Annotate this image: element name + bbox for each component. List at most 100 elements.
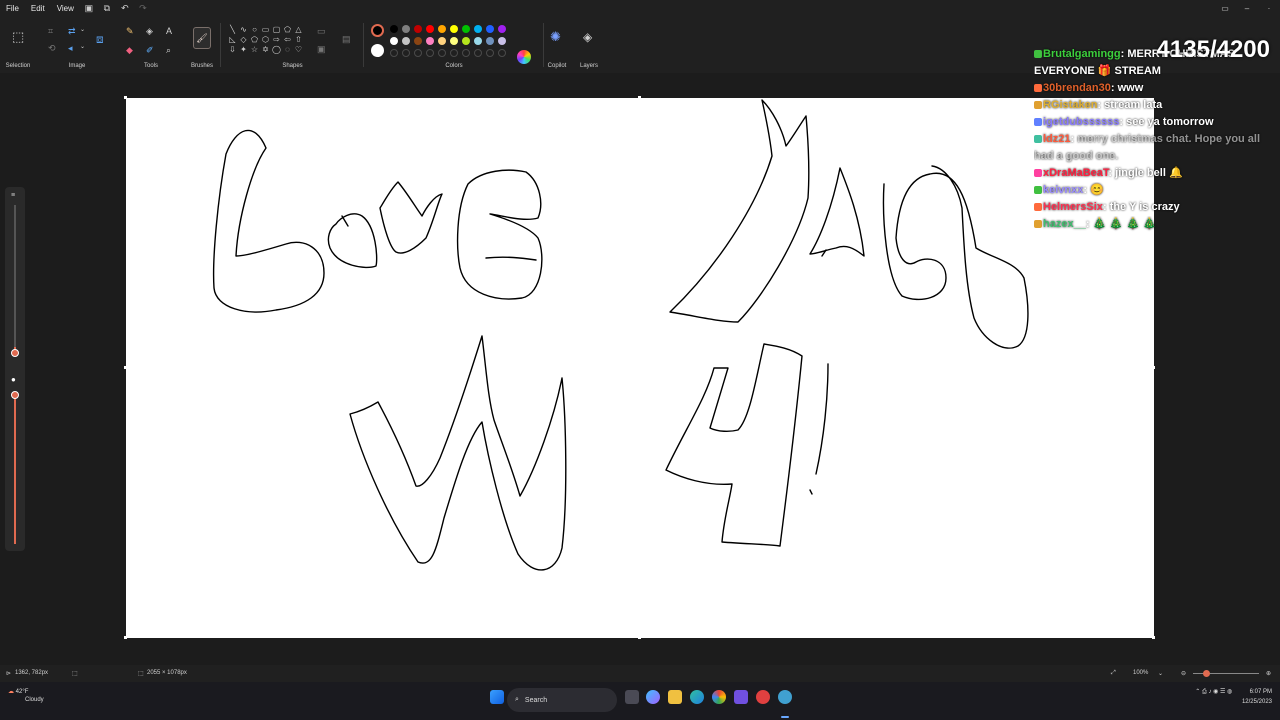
color-swatch[interactable] [414,25,422,33]
notification-icon[interactable]: ▭ [1214,0,1236,17]
canvas-handle[interactable] [124,636,127,639]
color-swatch[interactable] [486,25,494,33]
taskbar: ☁ 42°F Cloudy ⌕ Search ⌃ ⎙ ♪ ◉ ☰ ◍ 6:07 … [0,682,1280,720]
color-picker-icon[interactable]: ✐ [146,46,154,55]
color-swatch[interactable] [498,25,506,33]
chrome-icon[interactable] [712,690,726,704]
paint-taskbar-icon[interactable] [778,690,792,704]
canvas-handle[interactable] [1152,366,1155,369]
custom-color-slot[interactable] [426,49,434,57]
file-explorer-icon[interactable] [668,690,682,704]
image-select-icon[interactable]: ⧈ [96,33,104,45]
selection-icon[interactable]: ⬚ [12,30,24,43]
obs-icon[interactable] [756,690,770,704]
copilot-taskbar-icon[interactable] [646,690,660,704]
save-icon[interactable]: ▣ [80,0,98,17]
color-swatch[interactable] [390,37,398,45]
edit-colors-icon[interactable] [517,50,531,64]
color-swatch[interactable] [498,37,506,45]
zoom-in-icon[interactable]: ⊕ [1266,670,1271,677]
color-swatch[interactable] [402,37,410,45]
eraser-icon[interactable]: ◆ [126,46,133,55]
redo-icon[interactable]: ↷ [134,0,152,17]
shape-options-icon[interactable]: ▤ [342,35,351,44]
size-slider-track[interactable] [14,205,16,350]
color-swatch[interactable] [426,37,434,45]
opacity-slider-knob[interactable] [11,391,19,399]
secondary-color-swatch[interactable] [371,44,384,57]
crop-icon[interactable]: ⌗ [48,27,53,36]
canvas-handle[interactable] [638,636,641,639]
taskbar-search[interactable]: ⌕ Search [507,688,617,712]
start-icon[interactable] [490,690,504,704]
custom-color-slot[interactable] [486,49,494,57]
canvas-size: 2055 × 1078px [147,670,187,676]
custom-color-slot[interactable] [414,49,422,57]
menu-view[interactable]: View [51,0,80,17]
fill-shape-icon[interactable]: ▣ [317,45,326,54]
custom-color-slot[interactable] [450,49,458,57]
chevron-down-icon[interactable]: ⌄ [80,27,85,33]
custom-color-slot[interactable] [402,49,410,57]
zoom-slider-knob[interactable] [1203,670,1210,677]
task-view-icon[interactable] [625,690,639,704]
drawing-canvas[interactable] [126,98,1154,638]
pencil-icon[interactable]: ✎ [126,27,134,36]
text-icon[interactable]: A [166,27,172,36]
zoom-dropdown-icon[interactable]: ⌄ [1158,670,1163,677]
letter-o-stroke [327,213,378,269]
color-swatch[interactable] [426,25,434,33]
rotate-icon[interactable]: ⟲ [48,44,56,53]
color-swatch[interactable] [474,37,482,45]
color-swatch[interactable] [462,37,470,45]
custom-color-slot[interactable] [498,49,506,57]
menu-edit[interactable]: Edit [25,0,51,17]
discord-icon[interactable] [734,690,748,704]
zoom-level[interactable]: 100% [1133,670,1148,676]
brush-icon[interactable]: 🖌 [193,27,211,49]
fit-to-window-icon[interactable]: ⤢ [1111,670,1116,677]
color-swatch[interactable] [450,25,458,33]
weather-widget[interactable]: ☁ 42°F Cloudy [8,688,44,704]
color-palette[interactable] [390,25,510,61]
undo-icon[interactable]: ↶ [116,0,134,17]
color-swatch[interactable] [462,25,470,33]
custom-color-slot[interactable] [474,49,482,57]
color-swatch[interactable] [438,37,446,45]
resize-icon[interactable]: ⇄ [68,27,76,36]
color-swatch[interactable] [486,37,494,45]
system-tray[interactable]: ⌃ ⎙ ♪ ◉ ☰ ◍ 6:07 PM 12/25/2023 [1195,687,1272,707]
canvas-handle[interactable] [638,96,641,99]
color-swatch[interactable] [414,37,422,45]
share-icon[interactable]: ⧉ [98,0,116,17]
tray-icons[interactable]: ⌃ ⎙ ♪ ◉ ☰ ◍ [1195,689,1232,695]
minimize-button[interactable]: – [1236,0,1258,17]
custom-color-slot[interactable] [390,49,398,57]
flip-icon[interactable]: ◂ [68,44,73,53]
outline-icon[interactable]: ▭ [317,27,326,36]
canvas-handle[interactable] [124,366,127,369]
letter-l-stroke [212,129,325,313]
color-swatch[interactable] [438,25,446,33]
copilot-icon[interactable]: ✺ [550,30,561,43]
custom-color-slot[interactable] [462,49,470,57]
zoom-out-icon[interactable]: ⊖ [1181,670,1186,677]
color-swatch[interactable] [450,37,458,45]
chat-badge-icon [1034,50,1042,58]
custom-color-slot[interactable] [438,49,446,57]
canvas-handle[interactable] [124,96,127,99]
edge-icon[interactable] [690,690,704,704]
menu-file[interactable]: File [0,0,25,17]
color-swatch[interactable] [402,25,410,33]
color-swatch[interactable] [390,25,398,33]
fill-icon[interactable]: ◈ [146,27,153,36]
magnifier-icon[interactable]: ⌕ [166,46,171,55]
letter-e-mid [485,256,537,261]
size-slider-knob[interactable] [11,349,19,357]
primary-color-swatch[interactable] [371,24,384,37]
color-swatch[interactable] [474,25,482,33]
layers-icon[interactable]: ◈ [583,31,592,43]
chevron-down-icon[interactable]: ⌄ [80,44,85,50]
canvas-handle[interactable] [1152,636,1155,639]
maximize-button[interactable]: · [1258,0,1280,17]
